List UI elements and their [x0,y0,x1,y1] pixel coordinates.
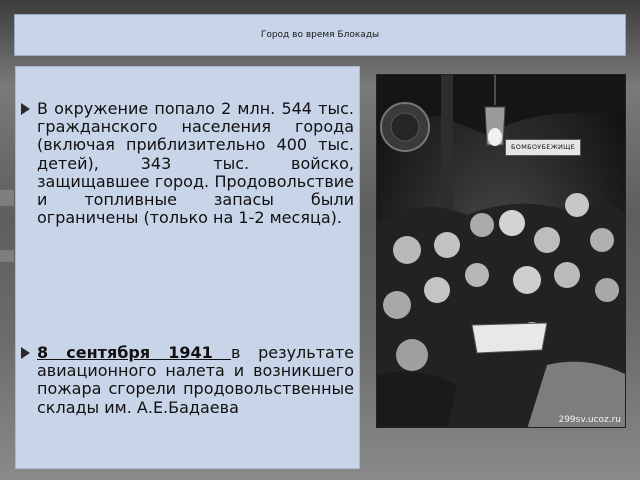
slide-title-bar: Город во время Блокады [14,14,626,56]
text-panel: В окружение попало 2 млн. 544 тыс. гражд… [15,66,360,469]
photo-illustration [377,75,625,427]
bullet-text-wrapper: 8 сентября 1941 в результате авиационног… [37,343,354,417]
bullet-text: В окружение попало 2 млн. 544 тыс. гражд… [37,99,354,228]
bullet-item: 8 сентября 1941 в результате авиационног… [21,343,354,417]
bullet-arrow-icon [21,347,30,359]
slide-title: Город во время Блокады [260,30,380,40]
shelter-sign: БОМБОУБЕЖИЩЕ [505,139,581,156]
background-streak [0,190,14,206]
bullet-date: 8 сентября 1941 [37,343,231,362]
bullet-item: В окружение попало 2 млн. 544 тыс. гражд… [21,99,354,228]
blockade-photo: БОМБОУБЕЖИЩЕ 299sv.ucoz.ru [376,74,626,428]
background-streak [0,250,14,262]
photo-watermark: 299sv.ucoz.ru [558,415,621,425]
bullet-arrow-icon [21,103,30,115]
